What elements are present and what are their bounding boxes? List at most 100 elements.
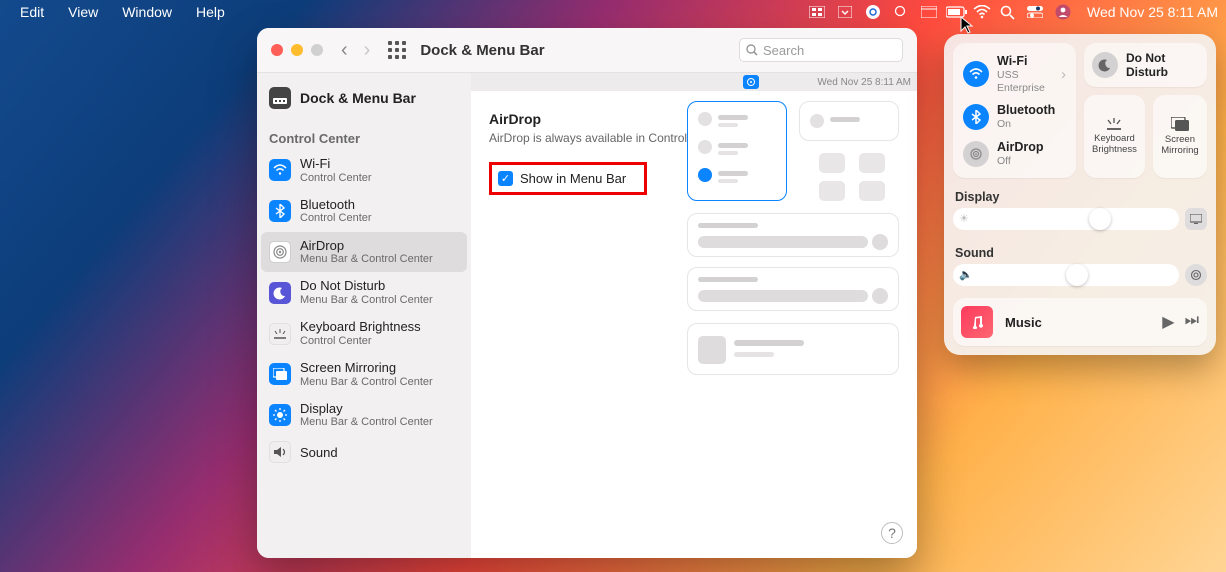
sidebar-item-label: AirDrop [300,238,433,254]
show-in-menubar-checkbox[interactable]: ✓ Show in Menu Bar [489,162,647,195]
help-button[interactable]: ? [881,522,903,544]
menu-window[interactable]: Window [110,0,184,24]
sidebar-item-sub: Control Center [300,212,372,225]
cc-row-sub: On [997,118,1055,131]
cc-small-label: Keyboard Brightness [1092,133,1137,156]
preview-card [687,267,899,311]
cc-sound-slider[interactable]: 🔈 [953,264,1179,286]
bluetooth-icon [269,200,291,222]
cc-row-sub: Off [997,155,1044,168]
cc-wifi-row[interactable]: Wi-FiUSS Enterprise › [961,51,1068,97]
sidebar-item-label: Wi-Fi [300,156,372,172]
sidebar-main-label: Dock & Menu Bar [300,90,416,107]
preview-tile [859,153,885,173]
nav-back-button[interactable]: ‹ [341,39,348,62]
menubar-datetime[interactable]: Wed Nov 25 8:11 AM [1077,4,1218,20]
sidebar-item-sound[interactable]: Sound [257,435,471,469]
sidebar-item-airdrop[interactable]: AirDropMenu Bar & Control Center [261,232,467,273]
cc-keyboard-brightness-button[interactable]: Keyboard Brightness [1084,95,1145,178]
chevron-right-icon: › [1061,66,1066,83]
status-window-icon[interactable] [915,0,943,24]
sidebar-item-sub: Control Center [300,172,372,185]
cc-screen-mirroring-button[interactable]: Screen Mirroring [1153,95,1207,178]
sidebar-item-label: Display [300,401,433,417]
nav-buttons: ‹ › [341,39,370,62]
prefs-sidebar: Dock & Menu Bar Control Center Wi-FiCont… [257,73,471,558]
cc-airdrop-row[interactable]: AirDropOff [961,137,1068,171]
cc-row-title: Wi-Fi [997,54,1053,69]
cc-display-slider[interactable]: ☀ [953,208,1179,230]
sound-icon [269,441,291,463]
all-prefs-button[interactable] [388,41,406,59]
sidebar-item-wifi[interactable]: Wi-FiControl Center [257,150,471,191]
music-app-icon [961,306,993,338]
cc-row-sub: USS Enterprise [997,69,1053,94]
status-grid-icon[interactable] [803,0,831,24]
sidebar-item-dock-menubar[interactable]: Dock & Menu Bar [257,73,471,121]
speaker-icon: 🔈 [959,268,973,281]
preview-card [687,213,899,257]
cc-music-card[interactable]: Music ▶ ⏭ [953,298,1207,346]
cc-connectivity-card: Wi-FiUSS Enterprise › BluetoothOn AirDro… [953,43,1076,178]
status-dropdown-icon[interactable] [831,0,859,24]
cc-row-title: AirDrop [997,140,1044,155]
nav-forward-button[interactable]: › [364,39,371,62]
sidebar-item-bluetooth[interactable]: BluetoothControl Center [257,191,471,232]
preview-card [687,323,899,375]
screen-mirroring-icon [1171,117,1189,131]
search-field[interactable]: Search [739,38,903,62]
menu-view[interactable]: View [56,0,110,24]
maximize-button[interactable] [311,44,323,56]
search-placeholder: Search [763,43,804,58]
menu-edit[interactable]: Edit [8,0,56,24]
preview-menubar: Wed Nov 25 8:11 AM [471,73,917,91]
airdrop-icon [269,241,291,263]
status-spotlight-icon[interactable] [993,0,1021,24]
preview-card-selected [687,101,787,201]
play-button[interactable]: ▶ [1162,312,1174,332]
bluetooth-icon [963,104,989,130]
cc-dnd-button[interactable]: Do Not Disturb [1084,43,1207,87]
status-user-icon[interactable] [1049,0,1077,24]
airdrop-icon [963,141,989,167]
preview-tile [819,181,845,201]
sidebar-item-label: Screen Mirroring [300,360,433,376]
menu-help[interactable]: Help [184,0,237,24]
sidebar-item-sub: Control Center [300,335,421,348]
keyboard-brightness-icon [269,323,291,345]
cc-music-title: Music [1005,315,1150,330]
preview-tile [859,181,885,201]
preview-tile [819,153,845,173]
status-controlcenter-icon[interactable] [1021,0,1049,24]
sidebar-item-sub: Menu Bar & Control Center [300,253,433,266]
sound-expand-button[interactable] [1185,264,1207,286]
checkmark-icon: ✓ [498,171,513,186]
preview-airdrop-badge [743,75,759,89]
close-button[interactable] [271,44,283,56]
sidebar-item-display[interactable]: DisplayMenu Bar & Control Center [257,395,471,436]
sidebar-item-label: Bluetooth [300,197,372,213]
minimize-button[interactable] [291,44,303,56]
cc-small-label: Screen Mirroring [1161,134,1199,157]
sidebar-item-keyboard-brightness[interactable]: Keyboard BrightnessControl Center [257,313,471,354]
cc-sound-section: Sound 🔈 [953,242,1207,290]
display-expand-button[interactable] [1185,208,1207,230]
status-wifi-icon[interactable] [971,0,993,24]
sidebar-item-sub: Menu Bar & Control Center [300,294,433,307]
status-search2-icon[interactable] [887,0,915,24]
search-icon [746,44,758,56]
sidebar-item-screen-mirroring[interactable]: Screen MirroringMenu Bar & Control Cente… [257,354,471,395]
cc-section-label: Display [955,190,1205,204]
cc-dnd-label: Do Not Disturb [1126,51,1199,79]
status-sync-icon[interactable] [859,0,887,24]
screen-mirroring-icon [269,363,291,385]
keyboard-brightness-icon [1104,118,1124,130]
cc-bluetooth-row[interactable]: BluetoothOn [961,100,1068,134]
sidebar-item-sub: Menu Bar & Control Center [300,376,433,389]
sidebar-item-dnd[interactable]: Do Not DisturbMenu Bar & Control Center [257,272,471,313]
system-menubar: Edit View Window Help Wed Nov 25 8:11 AM [0,0,1226,24]
window-title: Dock & Menu Bar [420,42,544,59]
cursor-icon [960,16,974,34]
next-button[interactable]: ⏭ [1185,312,1199,332]
sidebar-section-header: Control Center [257,121,471,150]
